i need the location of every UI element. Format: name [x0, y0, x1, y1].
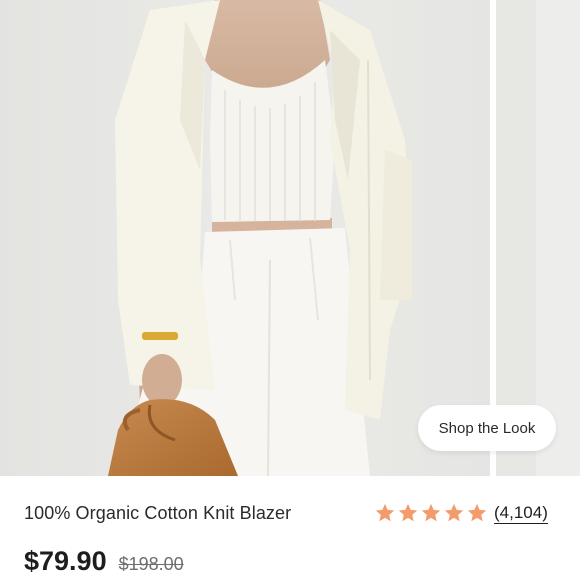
rating-summary[interactable]: (4,104) [374, 502, 548, 524]
review-count-link[interactable]: (4,104) [494, 503, 548, 524]
star-icon [375, 503, 395, 522]
product-photo[interactable] [0, 0, 490, 476]
star-icon [444, 503, 464, 522]
product-title: 100% Organic Cotton Knit Blazer [24, 503, 292, 523]
sale-price: $79.90 [24, 546, 107, 576]
star-icon [421, 503, 441, 522]
star-rating [374, 502, 488, 524]
product-image-carousel[interactable]: Shop the Look [0, 0, 580, 476]
original-price: $198.00 [118, 554, 184, 574]
star-icon [467, 503, 487, 522]
shop-the-look-button[interactable]: Shop the Look [418, 405, 556, 451]
star-icon [398, 503, 418, 522]
price-row: $79.90 $198.00 [24, 546, 184, 577]
